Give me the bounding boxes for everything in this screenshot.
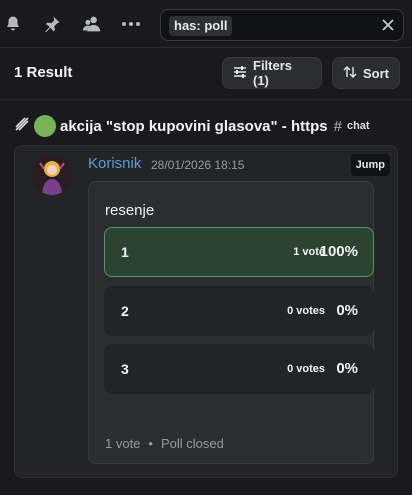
poll-option-percent: 0%	[336, 360, 358, 377]
search-input[interactable]: has: poll	[160, 9, 404, 41]
filters-button[interactable]: Filters (1)	[222, 57, 322, 89]
poll-footer: 1 vote • Poll closed	[105, 436, 224, 451]
username[interactable]: Korisnik	[88, 155, 141, 172]
thread-icon	[14, 116, 30, 137]
green-circle-emoji	[34, 115, 56, 137]
poll-option-votes: 0 votes	[287, 305, 325, 317]
channel-name: akcija "stop kupovini glasova" - https	[60, 117, 328, 135]
search-filter-chip[interactable]: has: poll	[169, 16, 233, 36]
poll: resenje 1 1 vote 100% 2 0 votes 0% 3 0 v…	[88, 181, 374, 464]
poll-option[interactable]: 2 0 votes 0%	[104, 286, 374, 336]
jump-button[interactable]: Jump	[350, 154, 390, 176]
poll-question: resenje	[105, 202, 155, 219]
poll-total-votes: 1 vote	[105, 436, 141, 451]
channel-tag: chat	[346, 120, 370, 132]
poll-option[interactable]: 1 1 vote 100%	[104, 227, 374, 277]
results-count: 1 Result	[14, 64, 73, 81]
filters-label: Filters (1)	[253, 58, 293, 88]
sort-icon	[343, 65, 357, 82]
pin-icon[interactable]	[42, 14, 62, 34]
poll-option[interactable]: 3 0 votes 0%	[104, 344, 374, 394]
poll-option-votes: 0 votes	[287, 363, 325, 375]
hash-icon: #	[333, 117, 342, 135]
poll-status: Poll closed	[160, 436, 224, 451]
timestamp: 28/01/2026 18:15	[151, 158, 245, 172]
poll-option-label: 3	[121, 361, 129, 377]
separator-dot: •	[148, 436, 153, 451]
more-icon[interactable]	[121, 14, 141, 34]
close-icon[interactable]	[381, 18, 395, 32]
avatar[interactable]	[32, 155, 72, 195]
poll-option-percent: 100%	[319, 243, 358, 260]
poll-option-label: 1	[121, 244, 129, 260]
divider	[0, 99, 412, 100]
channel-header[interactable]: akcija "stop kupovini glasova" - https #…	[14, 114, 370, 138]
sort-label: Sort	[363, 65, 389, 81]
poll-option-percent: 0%	[336, 302, 358, 319]
poll-option-label: 2	[121, 303, 129, 319]
search-result-message[interactable]: Korisnik 28/01/2026 18:15 Jump resenje 1…	[14, 145, 398, 478]
sliders-icon	[233, 65, 247, 82]
members-icon[interactable]	[82, 14, 102, 34]
top-toolbar: has: poll	[0, 0, 412, 48]
bell-icon[interactable]	[3, 14, 23, 34]
sort-button[interactable]: Sort	[332, 57, 400, 89]
